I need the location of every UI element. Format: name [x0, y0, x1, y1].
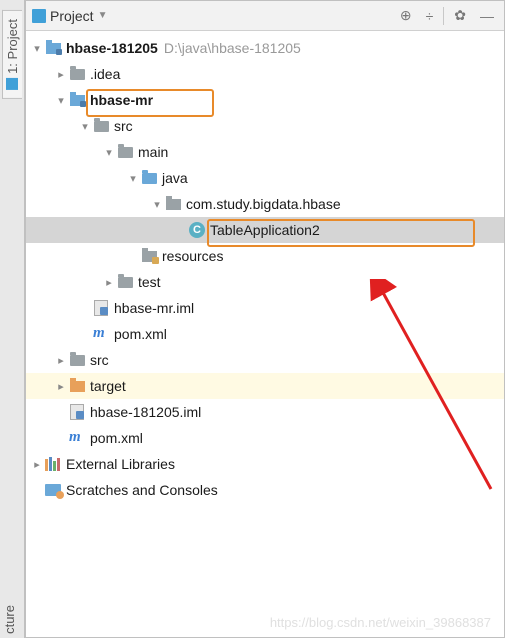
class-icon: C — [188, 221, 206, 239]
side-tab-bar: 1: Project cture — [0, 0, 25, 638]
main-label: main — [138, 144, 168, 160]
module-folder-icon — [44, 39, 62, 57]
folder-icon — [68, 65, 86, 83]
expand-arrow[interactable]: ▾ — [30, 42, 44, 55]
tree-row-iml[interactable]: ▸ hbase-mr.iml — [26, 295, 504, 321]
project-title: Project — [50, 8, 94, 24]
project-tree[interactable]: ▾ hbase-181205 D:\java\hbase-181205 ▸ .i… — [26, 31, 504, 637]
expand-arrow[interactable]: ▾ — [150, 198, 164, 211]
scratches-icon — [44, 481, 62, 499]
external-label: External Libraries — [66, 456, 175, 472]
root-path: D:\java\hbase-181205 — [164, 40, 301, 56]
resources-label: resources — [162, 248, 223, 264]
source-folder-icon — [140, 169, 158, 187]
tree-row-src[interactable]: ▾ src — [26, 113, 504, 139]
toolbar-separator — [443, 7, 444, 25]
excluded-folder-icon — [68, 377, 86, 395]
folder-icon — [68, 351, 86, 369]
hide-icon[interactable]: — — [476, 6, 498, 26]
tree-row-main[interactable]: ▾ main — [26, 139, 504, 165]
tree-row-target[interactable]: ▸ target — [26, 373, 504, 399]
expand-arrow[interactable]: ▸ — [54, 68, 68, 81]
expand-arrow[interactable]: ▾ — [126, 172, 140, 185]
project-view-selector[interactable]: Project ▼ — [32, 8, 390, 24]
tree-row-idea[interactable]: ▸ .idea — [26, 61, 504, 87]
tree-row-package[interactable]: ▾ com.study.bigdata.hbase — [26, 191, 504, 217]
dropdown-icon: ▼ — [98, 10, 108, 21]
folder-icon — [92, 117, 110, 135]
folder-icon — [116, 273, 134, 291]
tree-row-hbase-mr[interactable]: ▾ hbase-mr — [26, 87, 504, 113]
expand-arrow[interactable]: ▸ — [54, 380, 68, 393]
hbase-mr-label: hbase-mr — [90, 92, 153, 108]
java-label: java — [162, 170, 188, 186]
project-toolbar: Project ▼ ⊕ ÷ ✿ — — [26, 1, 504, 31]
tree-row-pom[interactable]: ▸ m pom.xml — [26, 321, 504, 347]
idea-label: .idea — [90, 66, 120, 82]
project-tool-tab[interactable]: 1: Project — [2, 10, 22, 99]
module-folder-icon — [68, 91, 86, 109]
iml-file-icon — [92, 299, 110, 317]
root-label: hbase-181205 — [66, 40, 158, 56]
tree-row-src2[interactable]: ▸ src — [26, 347, 504, 373]
package-icon — [164, 195, 182, 213]
src2-label: src — [90, 352, 109, 368]
project-icon — [32, 9, 46, 23]
project-tab-label: 1: Project — [5, 19, 20, 74]
maven-icon: m — [68, 429, 86, 447]
iml2-label: hbase-181205.iml — [90, 404, 201, 420]
project-tab-icon — [7, 78, 19, 90]
expand-arrow[interactable]: ▾ — [54, 94, 68, 107]
pom2-label: pom.xml — [90, 430, 143, 446]
target-label: target — [90, 378, 126, 394]
locate-icon[interactable]: ⊕ — [396, 5, 416, 26]
folder-icon — [116, 143, 134, 161]
pom-label: pom.xml — [114, 326, 167, 342]
tree-row-external-libs[interactable]: ▸ External Libraries — [26, 451, 504, 477]
test-label: test — [138, 274, 161, 290]
structure-tool-tab[interactable]: cture — [0, 601, 25, 638]
scratches-label: Scratches and Consoles — [66, 482, 218, 498]
maven-icon: m — [92, 325, 110, 343]
expand-arrow[interactable]: ▾ — [102, 146, 116, 159]
expand-arrow[interactable]: ▸ — [54, 354, 68, 367]
tree-row-pom2[interactable]: ▸ m pom.xml — [26, 425, 504, 451]
package-label: com.study.bigdata.hbase — [186, 196, 341, 212]
project-panel: Project ▼ ⊕ ÷ ✿ — ▾ hbase-181205 D:\java… — [25, 0, 505, 638]
gear-icon[interactable]: ✿ — [450, 5, 470, 26]
iml-label: hbase-mr.iml — [114, 300, 194, 316]
tree-row-scratches[interactable]: ▸ Scratches and Consoles — [26, 477, 504, 503]
class-label: TableApplication2 — [210, 222, 320, 238]
expand-arrow[interactable]: ▸ — [30, 458, 44, 471]
collapse-icon[interactable]: ÷ — [422, 6, 438, 26]
tree-row-root[interactable]: ▾ hbase-181205 D:\java\hbase-181205 — [26, 35, 504, 61]
libraries-icon — [44, 455, 62, 473]
tree-row-java[interactable]: ▾ java — [26, 165, 504, 191]
tree-row-resources[interactable]: ▸ resources — [26, 243, 504, 269]
expand-arrow[interactable]: ▸ — [102, 276, 116, 289]
iml-file-icon — [68, 403, 86, 421]
structure-tab-label: cture — [0, 601, 19, 638]
tree-row-test[interactable]: ▸ test — [26, 269, 504, 295]
resources-folder-icon — [140, 247, 158, 265]
tree-row-class[interactable]: ▸ C TableApplication2 — [26, 217, 504, 243]
tree-row-iml2[interactable]: ▸ hbase-181205.iml — [26, 399, 504, 425]
expand-arrow[interactable]: ▾ — [78, 120, 92, 133]
src-label: src — [114, 118, 133, 134]
